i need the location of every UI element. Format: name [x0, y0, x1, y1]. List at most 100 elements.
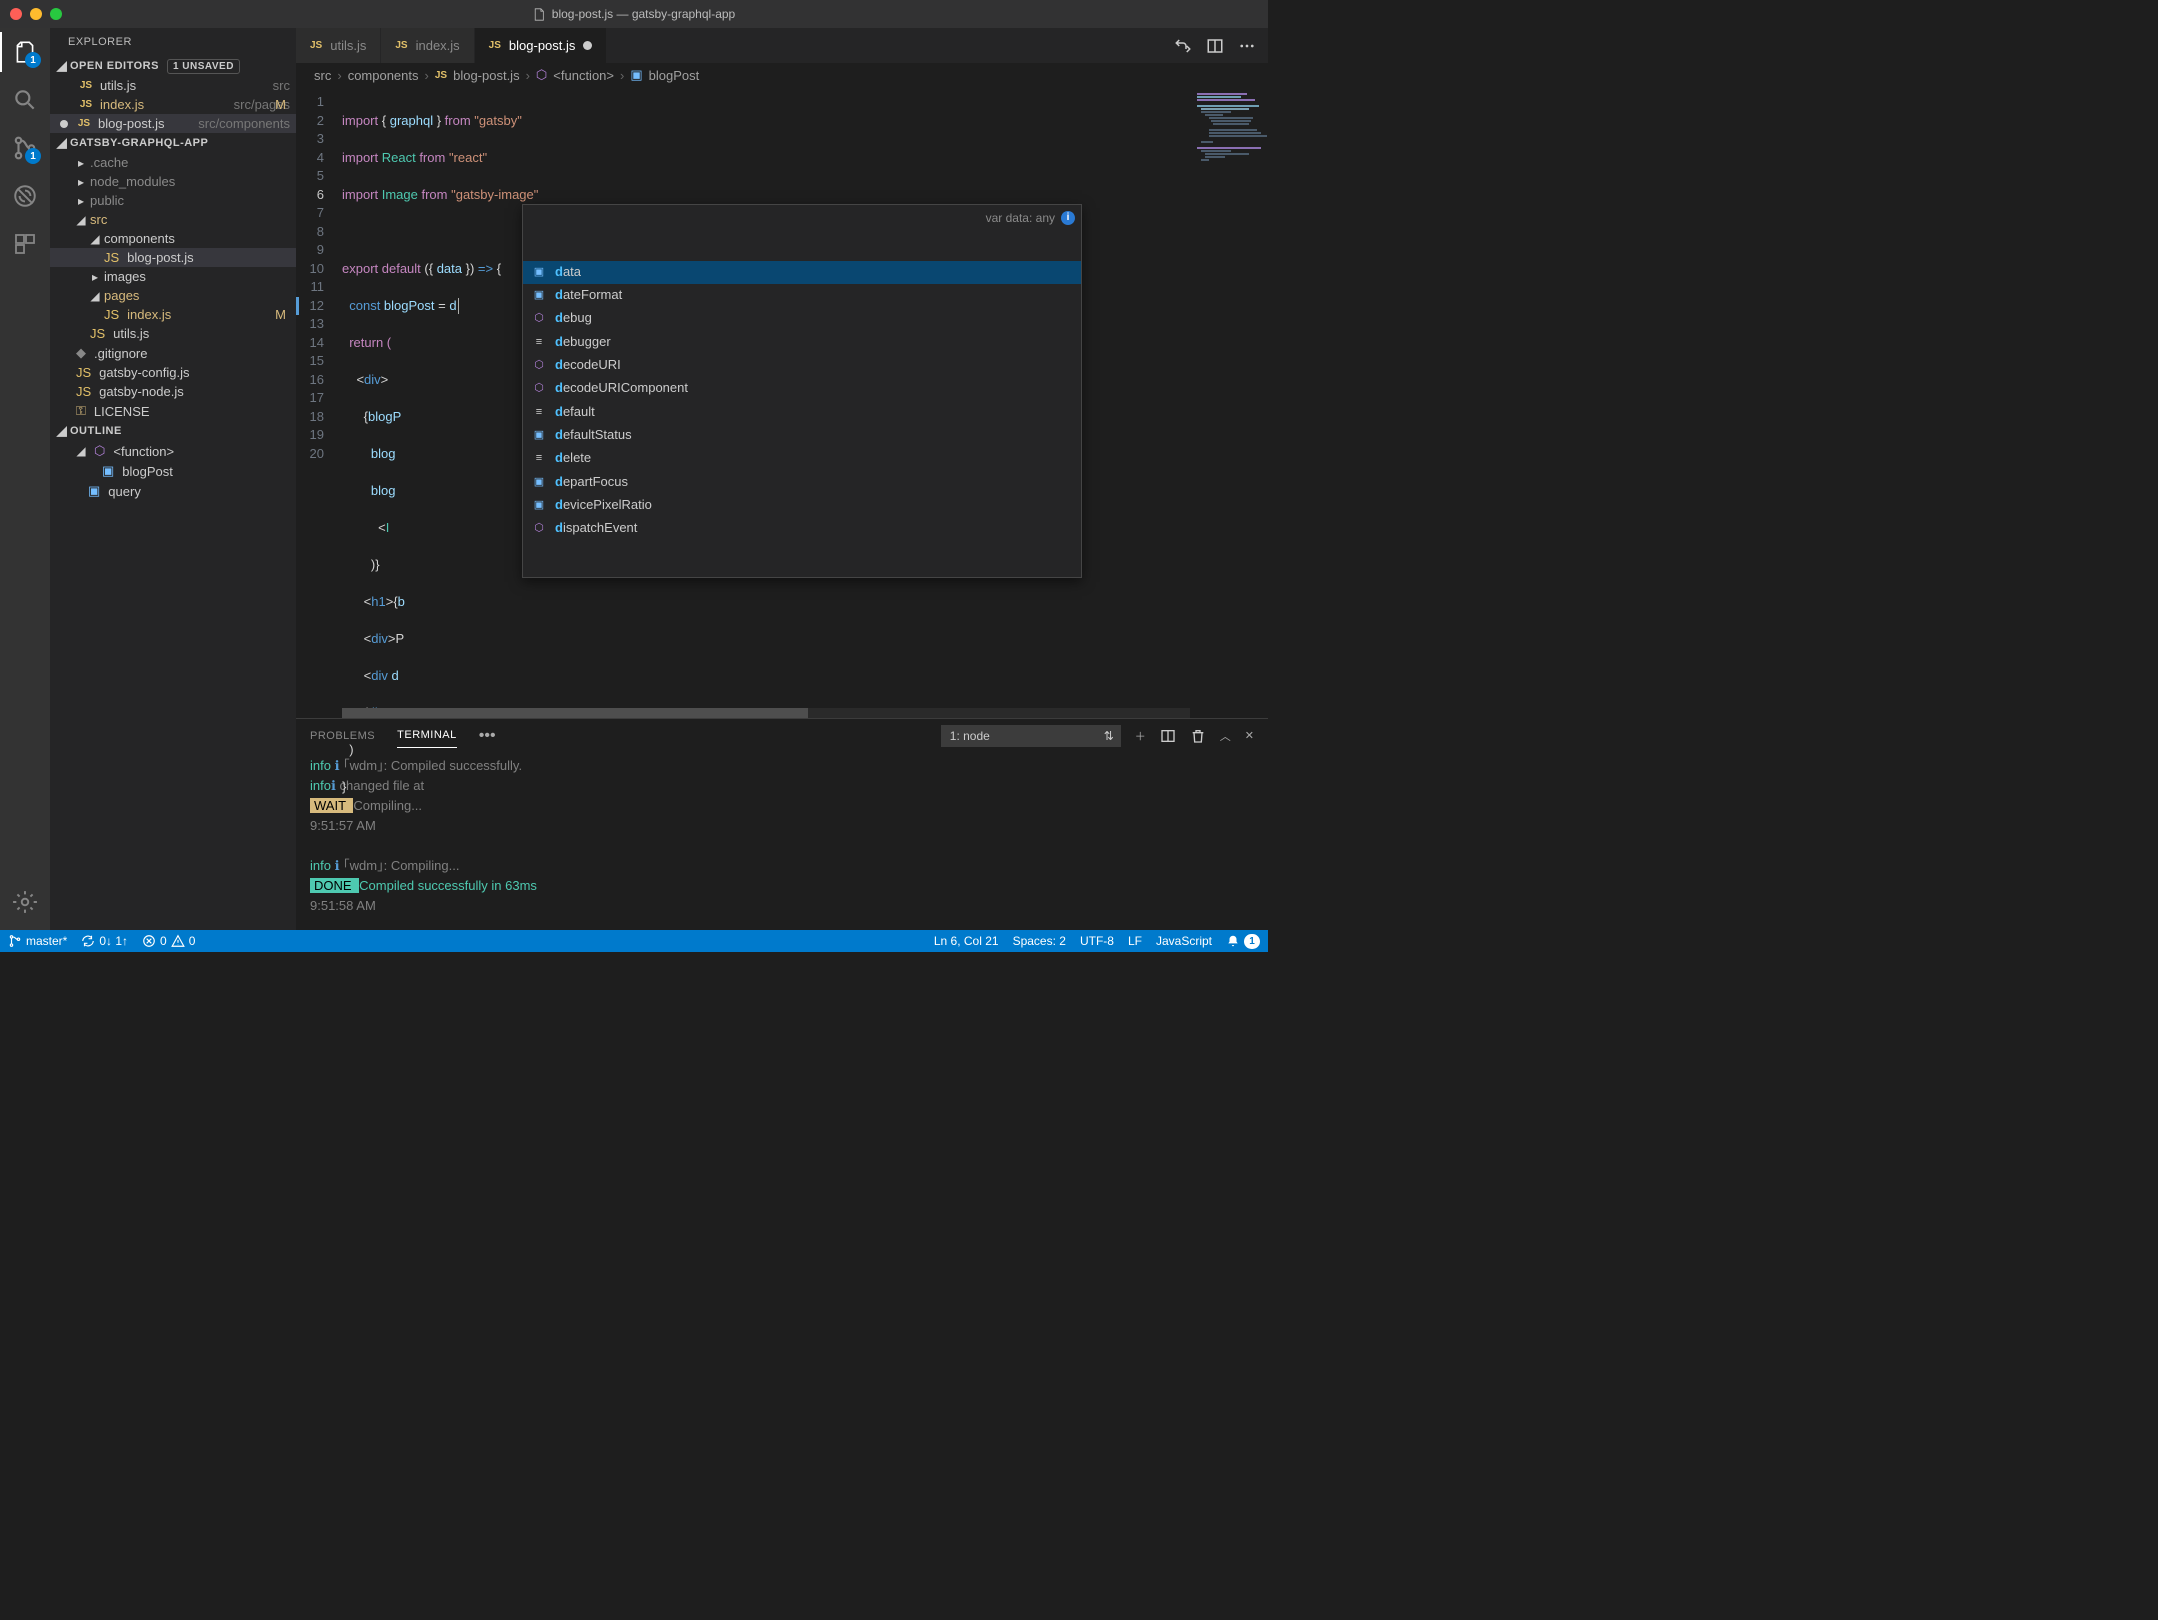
- suggest-item[interactable]: ⬡decodeURI: [523, 354, 1081, 377]
- open-editors-header[interactable]: ◢ OPEN EDITORS 1 UNSAVED: [50, 56, 296, 76]
- tree-file[interactable]: JSgatsby-config.js: [50, 363, 296, 382]
- suggest-detail: var data: anyi: [986, 209, 1075, 228]
- sync-status[interactable]: 0↓ 1↑: [81, 934, 128, 948]
- suggest-kind-icon: ⬡: [531, 357, 547, 373]
- horizontal-scrollbar[interactable]: [342, 708, 1190, 718]
- indent-setting[interactable]: Spaces: 2: [1013, 934, 1066, 948]
- errors-count[interactable]: 0 0: [142, 934, 195, 948]
- tree-folder[interactable]: ◢components: [50, 229, 296, 248]
- intellisense-popup[interactable]: var data: anyi ▣data▣dateFormat⬡debug≡de…: [522, 204, 1082, 578]
- suggest-label: departFocus: [555, 473, 628, 492]
- tree-file[interactable]: JSgatsby-node.js: [50, 382, 296, 401]
- split-editor-icon[interactable]: [1206, 37, 1224, 55]
- tree-folder[interactable]: ▸public: [50, 191, 296, 210]
- suggest-item[interactable]: ▣defaultStatus: [523, 424, 1081, 447]
- extensions-icon[interactable]: [11, 230, 39, 258]
- notifications-icon[interactable]: 1: [1226, 934, 1260, 949]
- maximize-panel-icon[interactable]: ︿: [1220, 728, 1231, 744]
- tree-folder[interactable]: ▸node_modules: [50, 172, 296, 191]
- suggest-kind-icon: ▣: [531, 497, 547, 513]
- encoding[interactable]: UTF-8: [1080, 934, 1114, 948]
- tree-folder[interactable]: ◢pages: [50, 286, 296, 305]
- suggest-kind-icon: ▣: [531, 474, 547, 490]
- language-mode[interactable]: JavaScript: [1156, 934, 1212, 948]
- breadcrumb[interactable]: src› components› JSblog-post.js› ⬡<funct…: [296, 63, 1268, 87]
- suggest-item[interactable]: ▣data: [523, 261, 1081, 284]
- dirty-indicator-icon: [60, 120, 68, 128]
- suggest-kind-icon: ▣: [531, 287, 547, 303]
- tree-folder[interactable]: ◢src: [50, 210, 296, 229]
- code-content[interactable]: import { graphql } from "gatsby" import …: [342, 87, 1190, 718]
- suggest-item[interactable]: ▣ departFocus: [523, 470, 1081, 493]
- tree-folder[interactable]: ▸images: [50, 267, 296, 286]
- source-control-icon[interactable]: 1: [11, 134, 39, 162]
- minimap[interactable]: [1190, 87, 1268, 718]
- suggest-kind-icon: ⬡: [531, 381, 547, 397]
- variable-icon: ▣: [630, 67, 642, 83]
- tree-file[interactable]: ⚿LICENSE: [50, 401, 296, 421]
- eol[interactable]: LF: [1128, 934, 1142, 948]
- suggest-item[interactable]: ≡debugger: [523, 330, 1081, 353]
- suggest-label: debug: [555, 309, 592, 328]
- sidebar: EXPLORER ◢ OPEN EDITORS 1 UNSAVED JS uti…: [50, 28, 296, 930]
- compare-changes-icon[interactable]: [1174, 37, 1192, 55]
- open-editor-item[interactable]: JS index.js src/pages M: [50, 95, 296, 114]
- outline-item[interactable]: ◢⬡<function>: [50, 441, 296, 461]
- tab-bar: JSutils.js JSindex.js JSblog-post.js: [296, 28, 1268, 63]
- suggest-item[interactable]: ⬡debug: [523, 307, 1081, 330]
- search-icon[interactable]: [11, 86, 39, 114]
- tree-file[interactable]: ◆.gitignore: [50, 343, 296, 363]
- suggest-item[interactable]: ⬡decodeURIComponent: [523, 377, 1081, 400]
- tree-file[interactable]: JSutils.js: [50, 324, 296, 343]
- minimize-window-icon[interactable]: [30, 8, 42, 20]
- open-editor-item[interactable]: JS blog-post.js src/components: [50, 114, 296, 133]
- suggest-kind-icon: ≡: [531, 334, 547, 350]
- suggest-item[interactable]: ⬡dispatchEvent: [523, 517, 1081, 540]
- unsaved-badge: 1 UNSAVED: [167, 59, 240, 74]
- outline-item[interactable]: ▣query: [50, 481, 296, 501]
- explorer-icon[interactable]: 1: [11, 38, 39, 66]
- suggest-label: dateFormat: [555, 286, 622, 305]
- close-window-icon[interactable]: [10, 8, 22, 20]
- suggest-item[interactable]: ▣ dateFormat: [523, 284, 1081, 307]
- js-file-icon: JS: [489, 40, 501, 51]
- tab-index[interactable]: JSindex.js: [381, 28, 474, 63]
- modified-indicator: M: [275, 97, 286, 112]
- line-gutter: 1234567891011121314151617181920: [296, 87, 342, 718]
- js-file-icon: JS: [104, 250, 119, 265]
- text-cursor: [458, 298, 459, 314]
- suggest-item[interactable]: ≡default: [523, 400, 1081, 423]
- suggest-label: defaultStatus: [555, 426, 632, 445]
- window-title: blog-post.js — gatsby-graphql-app: [552, 7, 735, 21]
- function-icon: ⬡: [94, 443, 105, 459]
- settings-gear-icon[interactable]: [11, 888, 39, 916]
- cursor-position[interactable]: Ln 6, Col 21: [934, 934, 999, 948]
- more-actions-icon[interactable]: [1238, 37, 1256, 55]
- suggest-item[interactable]: ≡delete: [523, 447, 1081, 470]
- tree-file[interactable]: JSblog-post.js: [50, 248, 296, 267]
- suggest-item[interactable]: ▣devicePixelRatio: [523, 493, 1081, 516]
- open-editor-item[interactable]: JS utils.js src: [50, 76, 296, 95]
- tab-blog-post[interactable]: JSblog-post.js: [475, 28, 608, 63]
- titlebar: blog-post.js — gatsby-graphql-app: [0, 0, 1268, 28]
- outline-item[interactable]: ▣blogPost: [50, 461, 296, 481]
- debug-icon[interactable]: [11, 182, 39, 210]
- project-header[interactable]: ◢GATSBY-GRAPHQL-APP: [50, 133, 296, 153]
- dirty-indicator-icon: [583, 41, 592, 50]
- kill-terminal-icon[interactable]: [1190, 728, 1206, 744]
- js-file-icon: JS: [76, 118, 92, 129]
- code-editor[interactable]: 1234567891011121314151617181920 import {…: [296, 87, 1268, 718]
- tree-folder[interactable]: ▸.cache: [50, 153, 296, 172]
- tree-file[interactable]: JSindex.jsM: [50, 305, 296, 324]
- info-icon[interactable]: i: [1061, 211, 1075, 225]
- js-file-icon: JS: [90, 326, 105, 341]
- git-branch[interactable]: master*: [8, 934, 67, 948]
- maximize-window-icon[interactable]: [50, 8, 62, 20]
- suggest-label: default: [555, 403, 595, 422]
- tab-utils[interactable]: JSutils.js: [296, 28, 381, 63]
- close-panel-icon[interactable]: ✕: [1245, 729, 1254, 742]
- outline-header[interactable]: ◢OUTLINE: [50, 421, 296, 441]
- terminal-select[interactable]: 1: node⇅: [941, 725, 1121, 747]
- suggest-kind-icon: ≡: [531, 451, 547, 467]
- suggest-label: data: [555, 263, 581, 282]
